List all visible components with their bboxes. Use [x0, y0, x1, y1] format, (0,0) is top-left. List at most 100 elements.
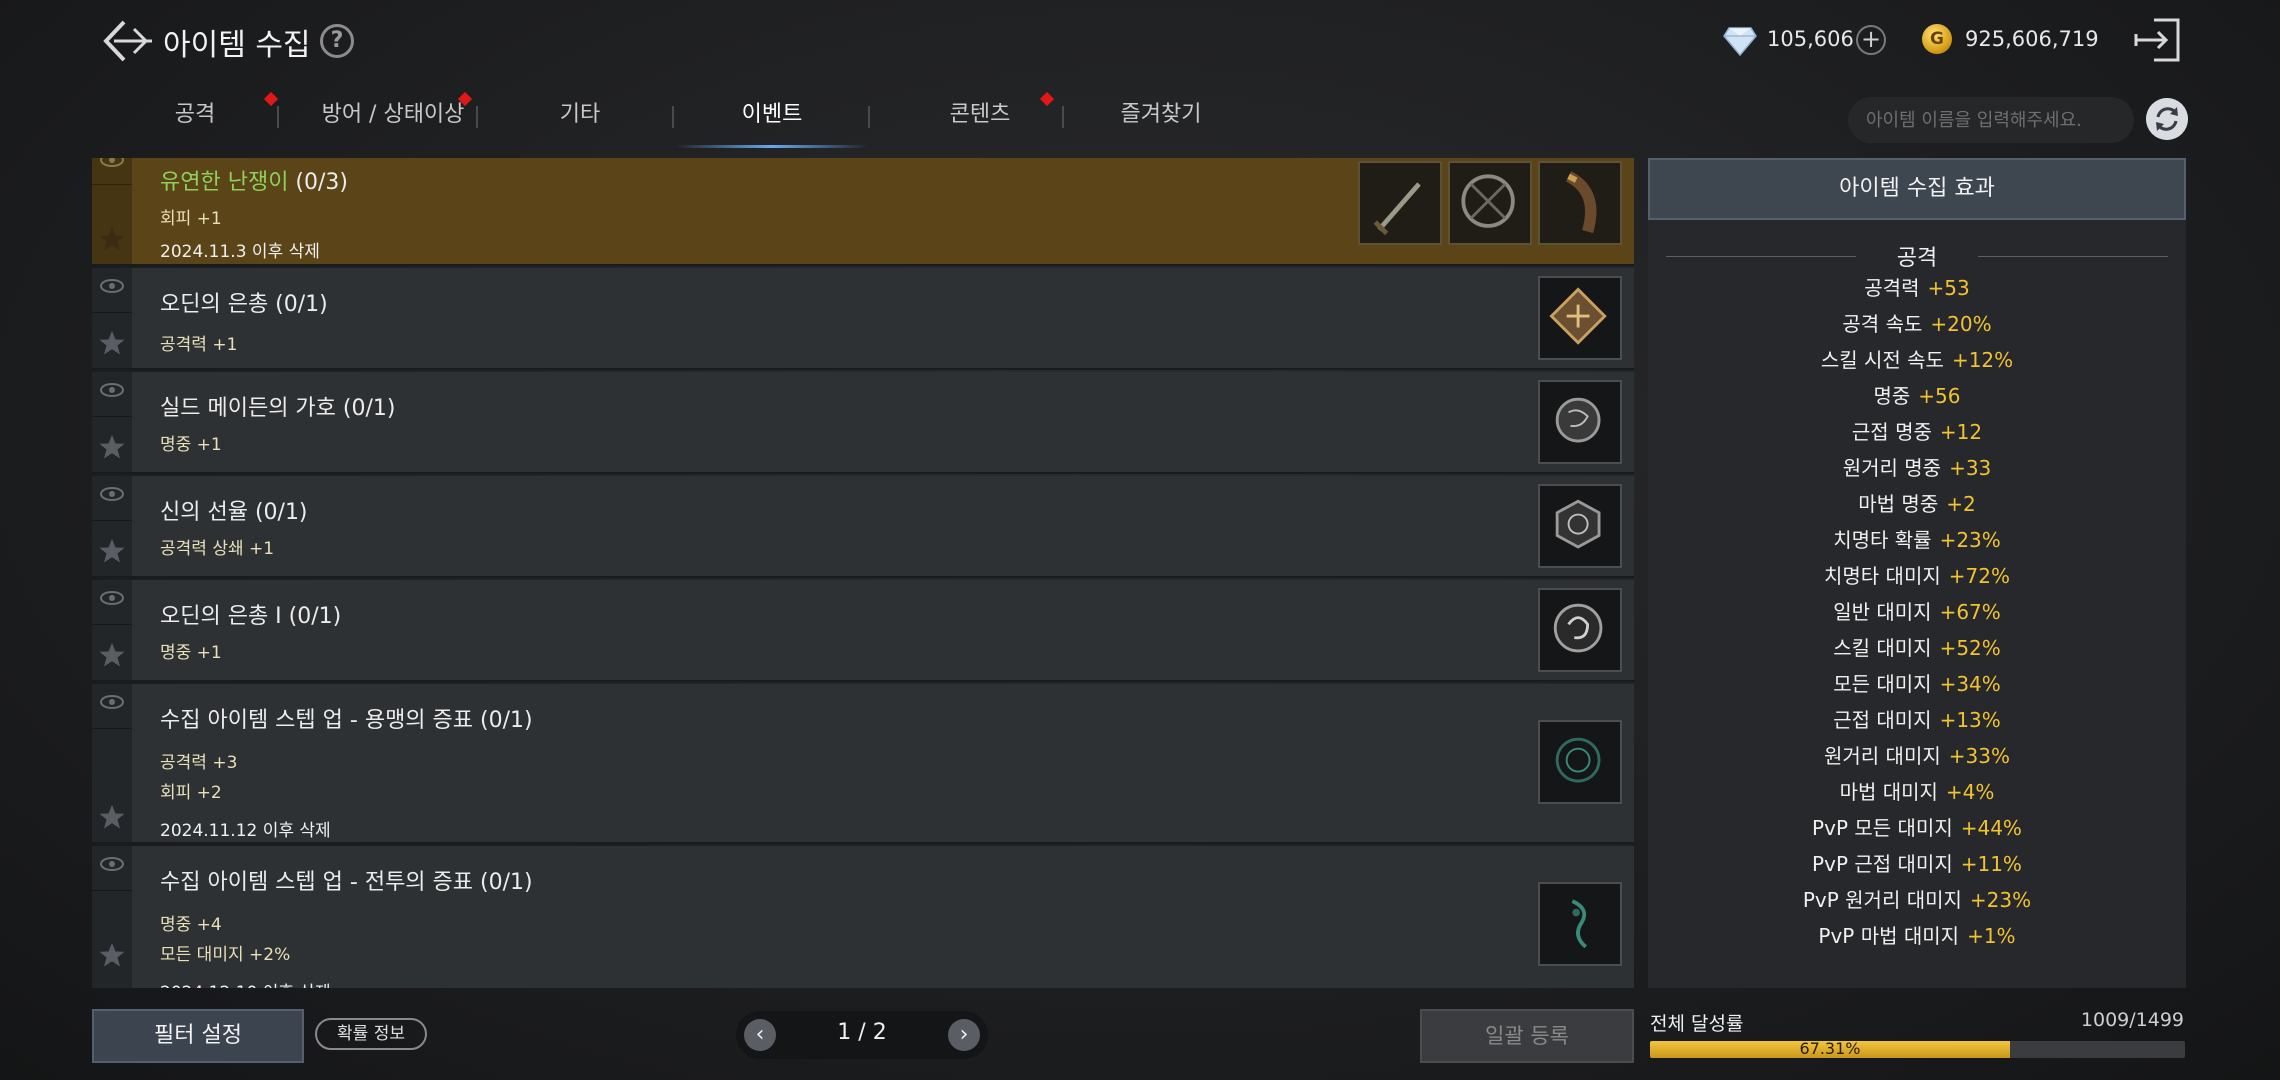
collection-row[interactable]: 신의 선율 (0/1) 공격력 상쇄 +1: [92, 476, 1634, 578]
row-gutter: [92, 684, 132, 842]
stat-value: +33%: [1948, 744, 2010, 768]
row-gutter: [92, 476, 132, 576]
row-gutter: [92, 846, 132, 988]
stat-value: +12: [1939, 420, 1983, 444]
item-slot[interactable]: [1358, 161, 1442, 245]
row-effect: 회피 +2: [160, 783, 222, 803]
row-title: 오딘의 은총 I (0/1): [160, 604, 342, 629]
stat-label: 공격력: [1864, 276, 1920, 300]
filter-settings-button[interactable]: 필터 설정: [92, 1009, 304, 1063]
favorite-star-icon[interactable]: [99, 942, 125, 968]
back-arrow-icon[interactable]: [100, 16, 156, 66]
stat-value: +72%: [1948, 564, 2010, 588]
tab-event[interactable]: 이벤트: [676, 90, 868, 148]
tab-etc[interactable]: 기타: [520, 90, 640, 148]
stat-value: +4%: [1945, 780, 1995, 804]
eye-icon[interactable]: [100, 590, 124, 606]
tab-label: 콘텐츠: [949, 102, 1011, 127]
category-tabs: 공격 방어 / 상태이상 기타 이벤트 콘텐츠 즐겨찾기: [100, 90, 1280, 152]
stat-label: 공격 속도: [1842, 312, 1923, 336]
favorite-star-icon[interactable]: [99, 330, 125, 356]
sword-icon: [1373, 182, 1421, 236]
eye-icon[interactable]: [100, 486, 124, 502]
progress-count: 1009/1499: [2080, 1009, 2184, 1031]
collection-row[interactable]: 수집 아이템 스텝 업 - 전투의 증표 (0/1) 명중 +4 모든 대미지 …: [92, 846, 1634, 988]
active-tab-indicator: [676, 145, 868, 148]
next-page-button[interactable]: ›: [948, 1019, 980, 1051]
item-slot[interactable]: [1538, 161, 1622, 245]
progress-bar: 67.31%: [1650, 1041, 2185, 1058]
item-slot[interactable]: [1538, 380, 1622, 464]
stat-row: PvP 모든 대미지 +44%: [1648, 812, 2186, 841]
stat-value: +12%: [1951, 348, 2014, 372]
page-title: 아이템 수집: [163, 28, 311, 63]
collection-row[interactable]: 실드 메이든의 가호 (0/1) 명중 +1: [92, 372, 1634, 474]
tab-divider: [868, 106, 870, 128]
stat-row: 근접 명중 +12: [1648, 416, 2186, 445]
stat-row: 원거리 대미지 +33%: [1648, 740, 2186, 769]
stat-row: PvP 마법 대미지 +1%: [1648, 920, 2186, 949]
stat-value: +20%: [1930, 312, 1992, 336]
stat-label: PvP 근접 대미지: [1812, 852, 1953, 876]
item-slot[interactable]: [1538, 484, 1622, 568]
collection-row[interactable]: 수집 아이템 스텝 업 - 용맹의 증표 (0/1) 공격력 +3 회피 +2 …: [92, 684, 1634, 844]
row-effect: 공격력 +3: [160, 753, 238, 773]
row-title: 실드 메이든의 가호 (0/1): [160, 396, 396, 421]
stat-row: 스킬 시전 속도 +12%: [1648, 344, 2186, 373]
item-slot[interactable]: [1538, 720, 1622, 804]
stat-label: PvP 모든 대미지: [1812, 816, 1953, 840]
stat-label: 일반 대미지: [1833, 600, 1932, 624]
favorite-star-icon[interactable]: [99, 804, 125, 830]
tab-content[interactable]: 콘텐츠: [900, 90, 1060, 148]
stat-value: +11%: [1960, 852, 2022, 876]
eye-icon[interactable]: [100, 158, 124, 168]
stat-label: 원거리 명중: [1842, 456, 1942, 480]
gold-count: 925,606,719: [1965, 27, 2099, 51]
row-gutter: [92, 158, 132, 264]
collection-row[interactable]: 오딘의 은총 (0/1) 공격력 +1: [92, 268, 1634, 370]
favorite-star-icon[interactable]: [99, 642, 125, 668]
tab-divider: [476, 106, 478, 128]
stat-value: +67%: [1939, 600, 2001, 624]
favorite-star-icon[interactable]: [99, 226, 125, 252]
stat-label: 스킬 대미지: [1833, 636, 1932, 660]
row-expiry: 2024.11.12 이후 삭제: [160, 821, 331, 841]
help-icon[interactable]: ?: [320, 24, 354, 58]
item-search-input[interactable]: [1848, 97, 2134, 143]
tab-label: 공격: [174, 102, 216, 127]
stat-label: 마법 명중: [1858, 492, 1939, 516]
collection-row[interactable]: 오딘의 은총 I (0/1) 명중 +1: [92, 580, 1634, 682]
eye-icon[interactable]: [100, 856, 124, 872]
favorite-star-icon[interactable]: [99, 434, 125, 460]
tab-label: 이벤트: [741, 102, 803, 127]
favorite-star-icon[interactable]: [99, 538, 125, 564]
item-slot[interactable]: [1448, 161, 1532, 245]
item-slot[interactable]: [1538, 588, 1622, 672]
tab-favorites[interactable]: 즐겨찾기: [1096, 90, 1226, 148]
row-title: 유연한 난쟁이 (0/3): [160, 164, 348, 196]
row-expiry: 2024.11.3 이후 삭제: [160, 242, 320, 262]
row-title: 오딘의 은총 (0/1): [160, 292, 328, 317]
batch-register-button[interactable]: 일괄 등록: [1420, 1009, 1634, 1063]
item-slot[interactable]: [1538, 276, 1622, 360]
refresh-icon[interactable]: [2146, 98, 2188, 140]
gutter-divider: [92, 312, 132, 313]
eye-icon[interactable]: [100, 278, 124, 294]
stat-row: 명중 +56: [1648, 380, 2186, 409]
row-expiry: 2024.12.10 이후 삭제: [160, 978, 331, 988]
stat-value: +23%: [1969, 888, 2032, 912]
stat-row: 공격 속도 +20%: [1648, 308, 2186, 337]
eye-icon[interactable]: [100, 694, 124, 710]
probability-info-button[interactable]: 확률 정보: [315, 1018, 427, 1050]
add-diamond-button[interactable]: +: [1856, 25, 1886, 55]
tab-divider: [277, 106, 279, 128]
tab-attack[interactable]: 공격: [140, 90, 250, 148]
progress-label: 전체 달성률: [1650, 1013, 1744, 1035]
tab-label: 즐겨찾기: [1120, 102, 1202, 127]
item-slot[interactable]: [1538, 882, 1622, 966]
collection-row[interactable]: 유연한 난쟁이 (0/3) 회피 +1 2024.11.3 이후 삭제: [92, 158, 1634, 266]
token-icon: [1571, 899, 1588, 949]
exit-icon[interactable]: [2132, 16, 2182, 64]
eye-icon[interactable]: [100, 382, 124, 398]
stat-label: 모든 대미지: [1833, 672, 1932, 696]
